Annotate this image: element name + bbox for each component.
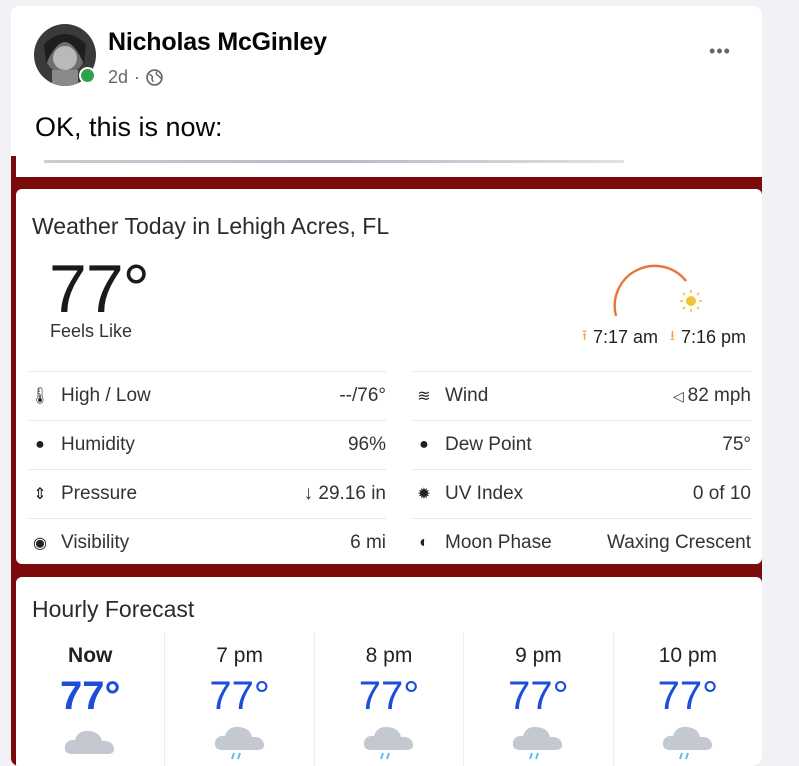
wind-value: 82 mph <box>687 385 751 406</box>
detail-label: Dew Point <box>445 434 532 455</box>
detail-value: Waxing Crescent <box>607 532 751 553</box>
weather-title: Weather Today in Lehigh Acres, FL <box>32 213 390 239</box>
hour-item[interactable]: Now 77° <box>16 632 164 766</box>
moon-icon: ◐ <box>419 534 429 551</box>
divider-line <box>44 160 624 163</box>
detail-label: High / Low <box>61 385 151 406</box>
hourly-list: Now 77° 7 pm 77° 8 pm 77° 9 pm 77° 10 pm… <box>16 632 762 766</box>
wind-icon: ≋ <box>417 388 431 405</box>
rain-cloud-icon <box>363 726 414 760</box>
post-time[interactable]: 2d <box>108 67 128 88</box>
hour-item[interactable]: 7 pm 77° <box>164 632 313 766</box>
sun-arc-icon <box>613 264 702 317</box>
detail-value: 0 of 10 <box>692 483 751 504</box>
hourly-title: Hourly Forecast <box>32 596 195 622</box>
arrow-down-icon: ↓ <box>303 483 319 504</box>
cloud-icon <box>65 730 115 754</box>
detail-row-moon-phase: ◐ Moon Phase Waxing Crescent <box>413 518 751 567</box>
hour-item[interactable]: 8 pm 77° <box>313 632 463 766</box>
detail-value: ↓ 29.16 in <box>304 483 386 505</box>
hour-time: 8 pm <box>365 644 413 667</box>
rain-cloud-icon <box>214 726 264 760</box>
detail-label: Moon Phase <box>445 532 552 553</box>
detail-label: Pressure <box>61 483 138 504</box>
meta-separator: · <box>134 67 141 87</box>
eye-icon: ◉ <box>33 535 47 552</box>
rain-cloud-icon <box>513 726 563 760</box>
hour-time: 10 pm <box>658 644 718 667</box>
hour-time: 9 pm <box>515 644 562 667</box>
detail-label: Humidity <box>61 434 135 455</box>
sunrise-time: 7:17 am <box>593 326 659 347</box>
hour-time: 7 pm <box>216 644 263 667</box>
current-temperature: 77° <box>49 251 150 327</box>
detail-label: Visibility <box>61 532 130 553</box>
globe-icon[interactable] <box>146 69 163 86</box>
online-status-dot <box>79 67 96 84</box>
detail-row-pressure: ⇕ Pressure ↓ 29.16 in <box>29 469 386 518</box>
hour-time: Now <box>68 644 113 667</box>
thermometer-icon: 🌡 <box>29 388 51 405</box>
detail-row-high-low: 🌡 High / Low --/76° <box>29 371 386 420</box>
detail-row-visibility: ◉ Visibility 6 mi <box>29 518 386 567</box>
hour-item[interactable]: 10 pm 77° <box>612 632 762 766</box>
hour-temp: 77° <box>657 674 719 718</box>
detail-row-wind: ≋ Wind ◁ 82 mph <box>413 371 751 420</box>
facebook-post: Nicholas McGinley 2d · ••• OK, this is n… <box>11 6 762 766</box>
detail-row-humidity: ● Humidity 96% <box>29 420 386 469</box>
hour-temp: 77° <box>358 674 420 718</box>
detail-label: Wind <box>445 385 489 406</box>
more-options-button[interactable]: ••• <box>700 36 740 66</box>
wind-direction-icon: ◁ <box>672 388 688 404</box>
embedded-screenshot[interactable]: Weather Today in Lehigh Acres, FL 77° Fe… <box>11 156 762 766</box>
post-text: OK, this is now: <box>35 112 223 142</box>
sunset-time: 7:16 pm <box>680 326 746 347</box>
drop-icon: ● <box>35 436 45 453</box>
detail-value: 75° <box>722 434 751 455</box>
hour-temp: 77° <box>508 674 569 718</box>
detail-value: ◁ 82 mph <box>673 385 751 407</box>
post-author-name[interactable]: Nicholas McGinley <box>108 28 327 57</box>
detail-row-dew-point: ● Dew Point 75° <box>413 420 751 469</box>
detail-value: 96% <box>347 434 386 455</box>
detail-value: 6 mi <box>350 532 386 553</box>
rain-cloud-icon <box>662 726 712 760</box>
detail-label: UV Index <box>445 483 524 504</box>
hour-temp: 77° <box>59 674 121 718</box>
hourly-forecast-card: Hourly Forecast Now 77° 7 pm 77° 8 pm 77… <box>16 577 762 766</box>
sunrise-sunset: ⭱ 7:17 am ⭳ 7:16 pm <box>582 325 746 349</box>
sunset-icon: ⭳ <box>670 327 675 343</box>
embed-top-strip <box>16 156 762 177</box>
pressure-icon: ⇕ <box>33 486 47 503</box>
detail-row-uv-index: ✹ UV Index 0 of 10 <box>413 469 751 518</box>
sunrise-icon: ⭱ <box>582 327 587 343</box>
detail-value: --/76° <box>339 385 386 406</box>
feels-like-label: Feels Like <box>50 321 133 341</box>
weather-today-card: Weather Today in Lehigh Acres, FL 77° Fe… <box>16 189 762 564</box>
sun-icon: ✹ <box>417 486 431 503</box>
hour-temp: 77° <box>209 674 270 718</box>
post-meta: 2d · <box>108 67 163 88</box>
more-options-icon: ••• <box>709 40 731 61</box>
hour-item[interactable]: 9 pm 77° <box>463 632 612 766</box>
dewpoint-icon: ● <box>419 436 429 453</box>
pressure-value: 29.16 in <box>318 483 386 504</box>
